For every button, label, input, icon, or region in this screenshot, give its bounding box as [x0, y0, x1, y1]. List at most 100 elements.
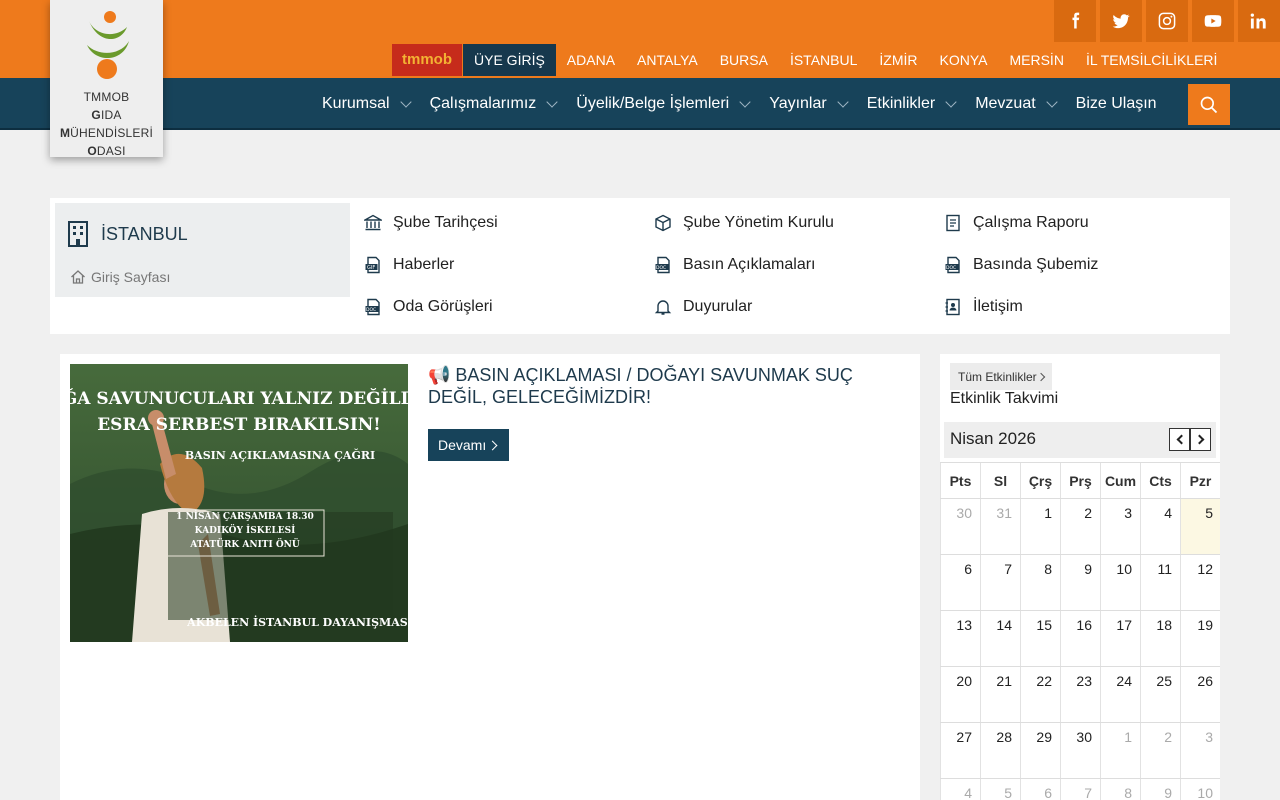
section-link-iletisim[interactable]: İletişim: [944, 298, 1023, 316]
next-month-button[interactable]: [1190, 428, 1211, 451]
calendar-day[interactable]: 9: [1060, 555, 1100, 610]
svg-text:DOC: DOC: [366, 307, 376, 313]
calendar-day[interactable]: 15: [1020, 611, 1060, 666]
calendar-day[interactable]: 27: [940, 723, 980, 778]
calendar-day[interactable]: 4: [940, 779, 980, 800]
logo-line-3: MÜHENDİSLERİ: [50, 124, 163, 142]
calendar-day[interactable]: 16: [1060, 611, 1100, 666]
nav-item-kurumsal[interactable]: Kurumsal: [322, 95, 412, 113]
contact-book-icon: [945, 298, 960, 316]
read-more-button[interactable]: Devamı: [428, 429, 509, 461]
linkedin-icon[interactable]: [1238, 0, 1280, 42]
calendar-day[interactable]: 20: [940, 667, 980, 722]
section-link-tarihce[interactable]: Şube Tarihçesi: [364, 214, 498, 232]
calendar-day[interactable]: 25: [1140, 667, 1180, 722]
calendar-day[interactable]: 10: [1180, 779, 1220, 800]
branch-title: İSTANBUL: [101, 223, 188, 244]
city-link-antalya[interactable]: ANTALYA: [637, 52, 698, 68]
city-link-adana[interactable]: ADANA: [567, 52, 615, 68]
calendar-day[interactable]: 12: [1180, 555, 1220, 610]
calendar-day[interactable]: 7: [980, 555, 1020, 610]
nav-item-etkinlikler[interactable]: Etkinlikler: [867, 95, 957, 113]
tmmob-link[interactable]: tmmob: [392, 44, 462, 76]
twitter-icon[interactable]: [1100, 0, 1142, 42]
calendar-day[interactable]: 18: [1140, 611, 1180, 666]
nav-item-yayinlar[interactable]: Yayınlar: [769, 95, 849, 113]
article-title[interactable]: 📢 BASIN AÇIKLAMASI / DOĞAYI SAVUNMAK SUÇ…: [428, 364, 898, 408]
calendar-day[interactable]: 21: [980, 667, 1020, 722]
calendar-day[interactable]: 5: [1180, 499, 1220, 554]
weekday-label: Pzr: [1180, 463, 1220, 498]
calendar-day[interactable]: 30: [1060, 723, 1100, 778]
city-link-konya[interactable]: KONYA: [940, 52, 988, 68]
chevron-down-icon: [945, 95, 957, 108]
logo-initial: M: [59, 126, 71, 140]
calendar-day[interactable]: 5: [980, 779, 1020, 800]
chevron-right-icon: [1036, 372, 1045, 381]
calendar-day[interactable]: 1: [1100, 723, 1140, 778]
city-link-bursa[interactable]: BURSA: [720, 52, 768, 68]
site-logo[interactable]: TMMOB GIDA MÜHENDİSLERİ ODASI: [50, 0, 163, 158]
calendar-day[interactable]: 22: [1020, 667, 1060, 722]
calendar-day[interactable]: 10: [1100, 555, 1140, 610]
logo-text: DASI: [96, 144, 126, 158]
section-link-yonetim[interactable]: Şube Yönetim Kurulu: [654, 214, 834, 232]
calendar-week-row: 6 7 8 9 10 11 12: [940, 555, 1220, 611]
all-events-button[interactable]: Tüm Etkinlikler: [950, 363, 1052, 390]
calendar-day[interactable]: 8: [1100, 779, 1140, 800]
calendar-day[interactable]: 31: [980, 499, 1020, 554]
calendar-day[interactable]: 6: [1020, 779, 1060, 800]
member-login-button[interactable]: ÜYE GİRİŞ: [463, 44, 556, 76]
section-link-basin-aciklamalari[interactable]: DOC Basın Açıklamaları: [654, 256, 816, 274]
section-link-rapor[interactable]: Çalışma Raporu: [944, 214, 1089, 232]
calendar-day[interactable]: 3: [1100, 499, 1140, 554]
calendar-day[interactable]: 2: [1060, 499, 1100, 554]
nav-item-uyelik[interactable]: Üyelik/Belge İşlemleri: [576, 95, 751, 113]
calendar-day[interactable]: 1: [1020, 499, 1060, 554]
calendar-day[interactable]: 29: [1020, 723, 1060, 778]
poster-artwork: DOĞA SAVUNUCULARI YALNIZ DEĞİLDİR! ESRA …: [70, 364, 408, 642]
home-link[interactable]: Giriş Sayfası: [70, 269, 170, 285]
calendar-day[interactable]: 7: [1060, 779, 1100, 800]
calendar-day[interactable]: 19: [1180, 611, 1220, 666]
prev-month-button[interactable]: [1169, 428, 1190, 451]
youtube-icon[interactable]: [1192, 0, 1234, 42]
calendar-day[interactable]: 6: [940, 555, 980, 610]
calendar-day[interactable]: 13: [940, 611, 980, 666]
article-poster-image[interactable]: DOĞA SAVUNUCULARI YALNIZ DEĞİLDİR! ESRA …: [70, 364, 408, 642]
section-link-basinda-subemiz[interactable]: DOC Basında Şubemiz: [944, 256, 1098, 274]
calendar-day[interactable]: 14: [980, 611, 1020, 666]
logo-line-1: TMMOB: [83, 90, 130, 104]
calendar-day[interactable]: 23: [1060, 667, 1100, 722]
city-link-mersin[interactable]: MERSİN: [1009, 52, 1063, 68]
calendar-day[interactable]: 9: [1140, 779, 1180, 800]
calendar-day[interactable]: 28: [980, 723, 1020, 778]
read-more-label: Devamı: [438, 437, 487, 453]
section-link-duyurular[interactable]: Duyurular: [654, 298, 752, 316]
section-link-label: Duyurular: [683, 298, 753, 315]
city-link-representatives[interactable]: İL TEMSİLCİLİKLERİ: [1086, 52, 1218, 68]
nav-item-contact[interactable]: Bize Ulaşın: [1076, 95, 1157, 113]
weekday-label: Cum: [1100, 463, 1140, 498]
city-link-izmir[interactable]: İZMİR: [879, 52, 917, 68]
section-link-oda-gorusleri[interactable]: DOC Oda Görüşleri: [364, 298, 493, 316]
calendar-day[interactable]: 30: [940, 499, 980, 554]
calendar-day[interactable]: 17: [1100, 611, 1140, 666]
instagram-icon[interactable]: [1146, 0, 1188, 42]
calendar-day[interactable]: 26: [1180, 667, 1220, 722]
calendar-day[interactable]: 24: [1100, 667, 1140, 722]
calendar-day[interactable]: 3: [1180, 723, 1220, 778]
calendar-day[interactable]: 4: [1140, 499, 1180, 554]
city-link-istanbul[interactable]: İSTANBUL: [790, 52, 857, 68]
calendar-day[interactable]: 2: [1140, 723, 1180, 778]
facebook-icon[interactable]: [1054, 0, 1096, 42]
nav-item-calismalarimiz[interactable]: Çalışmalarımız: [430, 95, 558, 113]
nav-item-mevzuat[interactable]: Mevzuat: [975, 95, 1058, 113]
home-link-label: Giriş Sayfası: [91, 269, 171, 285]
calendar-day[interactable]: 11: [1140, 555, 1180, 610]
section-link-haberler[interactable]: GIF Haberler: [364, 256, 454, 274]
calendar-day[interactable]: 8: [1020, 555, 1060, 610]
chevron-right-icon: [1194, 434, 1204, 445]
search-button[interactable]: [1188, 84, 1230, 125]
section-link-label: Haberler: [393, 256, 455, 273]
